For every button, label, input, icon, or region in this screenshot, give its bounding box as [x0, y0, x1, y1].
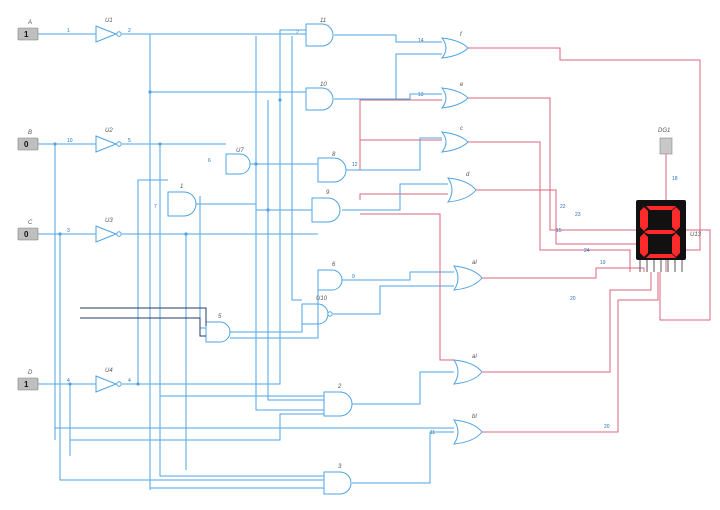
gate-10: 10: [306, 82, 333, 110]
gate-U2: U2 10 5: [67, 128, 131, 152]
svg-text:10: 10: [320, 82, 327, 88]
svg-text:4: 4: [128, 378, 131, 384]
svg-text:U1: U1: [105, 18, 113, 24]
svg-text:14: 14: [418, 38, 424, 44]
circuit-canvas: A 1 B 0 C 0 D 1 U1 1 2 U2 10 5 U3 3 U4 4…: [0, 0, 720, 510]
svg-text:2: 2: [337, 384, 342, 390]
svg-text:13: 13: [418, 92, 424, 98]
svg-text:6: 6: [332, 262, 336, 268]
gate-U3: U3 3: [67, 218, 121, 242]
svg-text:11: 11: [320, 18, 326, 24]
gate-11: 11 2: [296, 18, 333, 46]
svg-text:3: 3: [338, 464, 342, 470]
gate-al2: al: [454, 354, 482, 384]
svg-text:bl: bl: [472, 414, 477, 420]
input-B[interactable]: B 0: [18, 130, 38, 150]
input-D[interactable]: D 1: [18, 370, 38, 390]
gate-2: 2: [324, 384, 352, 416]
svg-text:DG1: DG1: [658, 128, 670, 134]
gate-9: 9: [312, 190, 340, 222]
svg-text:f: f: [460, 32, 463, 38]
input-A[interactable]: A 1: [18, 20, 38, 40]
svg-text:9: 9: [326, 190, 330, 196]
svg-text:22: 22: [560, 204, 566, 210]
svg-text:c: c: [460, 126, 463, 132]
gate-U4: U4 4 4: [67, 368, 131, 392]
svg-text:U2: U2: [105, 128, 113, 134]
svg-text:al: al: [472, 260, 477, 266]
svg-text:C: C: [28, 220, 33, 226]
svg-text:U7: U7: [236, 148, 244, 154]
svg-text:20: 20: [570, 296, 576, 302]
gate-U7: U7 6: [208, 148, 250, 174]
svg-text:10: 10: [67, 138, 73, 144]
svg-text:20: 20: [604, 424, 610, 430]
gate-c: c: [442, 126, 468, 152]
svg-text:5: 5: [128, 138, 131, 144]
gate-8: 8 12: [318, 152, 358, 182]
svg-text:1: 1: [24, 30, 29, 39]
svg-text:19: 19: [600, 260, 606, 266]
svg-text:11: 11: [430, 430, 435, 436]
svg-text:12: 12: [352, 162, 358, 168]
gate-5: 5: [206, 314, 230, 342]
connector-icon: [660, 138, 672, 154]
svg-text:A: A: [27, 20, 32, 26]
svg-text:8: 8: [332, 152, 336, 158]
gate-al: al: [454, 260, 482, 290]
svg-text:24: 24: [584, 248, 590, 254]
gate-d: d: [448, 172, 476, 202]
gate-U1: U1 1 2: [67, 18, 131, 42]
input-C[interactable]: C 0: [18, 220, 38, 240]
svg-text:d: d: [466, 172, 470, 178]
svg-text:U3: U3: [105, 218, 113, 224]
svg-text:1: 1: [180, 184, 183, 190]
svg-text:0: 0: [24, 140, 29, 149]
svg-text:9: 9: [352, 274, 355, 280]
wiring-blue: [38, 30, 454, 490]
gate-U10: U10: [302, 296, 332, 324]
svg-text:0: 0: [24, 230, 29, 239]
svg-text:2: 2: [296, 30, 299, 36]
svg-text:7: 7: [154, 204, 157, 210]
svg-text:3: 3: [67, 228, 70, 234]
svg-text:6: 6: [208, 158, 211, 164]
svg-text:1: 1: [24, 380, 29, 389]
gate-3: 3: [324, 464, 351, 494]
svg-text:2: 2: [128, 28, 131, 34]
svg-text:1: 1: [67, 28, 70, 34]
gate-bl: bl 11: [430, 414, 482, 444]
svg-text:5: 5: [218, 314, 222, 320]
gate-6: 6 9: [318, 262, 355, 290]
svg-text:D: D: [28, 370, 33, 376]
svg-text:23: 23: [575, 212, 581, 218]
gate-e: e 13: [418, 82, 468, 108]
svg-text:e: e: [460, 82, 464, 88]
svg-text:U4: U4: [105, 368, 113, 374]
svg-text:U13: U13: [690, 232, 702, 238]
svg-text:al: al: [472, 354, 477, 360]
svg-text:B: B: [28, 130, 32, 136]
svg-text:18: 18: [672, 176, 678, 182]
svg-text:15: 15: [556, 228, 562, 234]
